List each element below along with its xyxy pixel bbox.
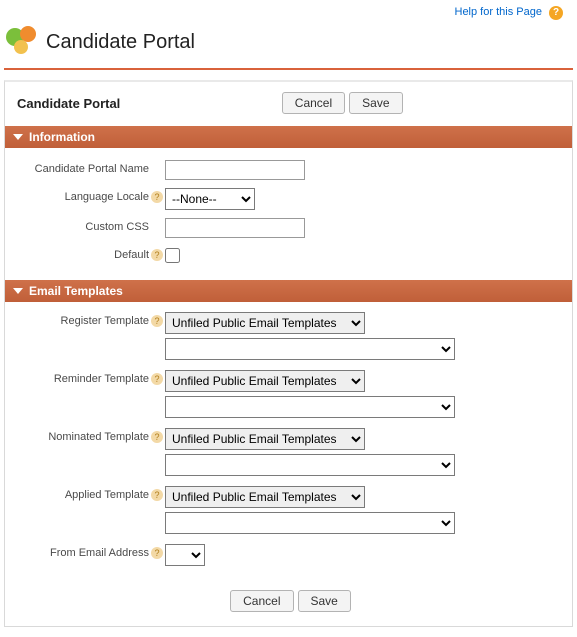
section-title: Email Templates <box>29 284 123 298</box>
cancel-button[interactable]: Cancel <box>282 92 345 114</box>
top-toolbar: Candidate Portal Cancel Save <box>5 82 572 126</box>
page-title: Candidate Portal <box>46 31 195 54</box>
default-checkbox[interactable] <box>165 248 180 263</box>
applied-template-select[interactable] <box>165 512 455 534</box>
reminder-template-select[interactable] <box>165 396 455 418</box>
help-icon[interactable]: ? <box>151 249 163 261</box>
cancel-button[interactable]: Cancel <box>230 590 293 612</box>
help-for-page-link[interactable]: Help for this Page ? <box>455 6 564 20</box>
label-default: Default ? <box>15 246 165 261</box>
page-header: Candidate Portal <box>4 22 573 66</box>
help-icon: ? <box>549 6 563 20</box>
label-applied-template: Applied Template ? <box>15 486 165 501</box>
section-header-information[interactable]: Information <box>5 126 572 148</box>
help-icon[interactable]: ? <box>151 373 163 385</box>
register-template-folder-select[interactable]: Unfiled Public Email Templates <box>165 312 365 334</box>
label-reminder-template: Reminder Template ? <box>15 370 165 385</box>
collapse-icon <box>13 288 23 294</box>
label-nominated-template: Nominated Template ? <box>15 428 165 443</box>
label-candidate-portal-name: Candidate Portal Name <box>15 160 165 175</box>
candidate-portal-icon <box>6 26 38 58</box>
label-from-email-address: From Email Address ? <box>15 544 165 559</box>
save-button[interactable]: Save <box>298 590 351 612</box>
nominated-template-select[interactable] <box>165 454 455 476</box>
help-icon[interactable]: ? <box>151 547 163 559</box>
help-icon[interactable]: ? <box>151 431 163 443</box>
help-link-text: Help for this Page <box>455 6 542 18</box>
custom-css-input[interactable] <box>165 218 305 238</box>
section-title: Information <box>29 130 95 144</box>
section-header-email-templates[interactable]: Email Templates <box>5 280 572 302</box>
help-icon[interactable]: ? <box>151 489 163 501</box>
nominated-template-folder-select[interactable]: Unfiled Public Email Templates <box>165 428 365 450</box>
form-panel: Candidate Portal Cancel Save Information… <box>4 80 573 627</box>
reminder-template-folder-select[interactable]: Unfiled Public Email Templates <box>165 370 365 392</box>
applied-template-folder-select[interactable]: Unfiled Public Email Templates <box>165 486 365 508</box>
label-language-locale: Language Locale ? <box>15 188 165 203</box>
header-rule <box>4 68 573 70</box>
label-register-template: Register Template ? <box>15 312 165 327</box>
bottom-toolbar: Cancel Save <box>5 582 572 612</box>
help-icon[interactable]: ? <box>151 191 163 203</box>
collapse-icon <box>13 134 23 140</box>
register-template-select[interactable] <box>165 338 455 360</box>
save-button[interactable]: Save <box>349 92 402 114</box>
candidate-portal-name-input[interactable] <box>165 160 305 180</box>
help-icon[interactable]: ? <box>151 315 163 327</box>
language-locale-select[interactable]: --None-- <box>165 188 255 210</box>
label-custom-css: Custom CSS <box>15 218 165 233</box>
panel-title: Candidate Portal <box>17 96 120 111</box>
from-email-address-select[interactable] <box>165 544 205 566</box>
